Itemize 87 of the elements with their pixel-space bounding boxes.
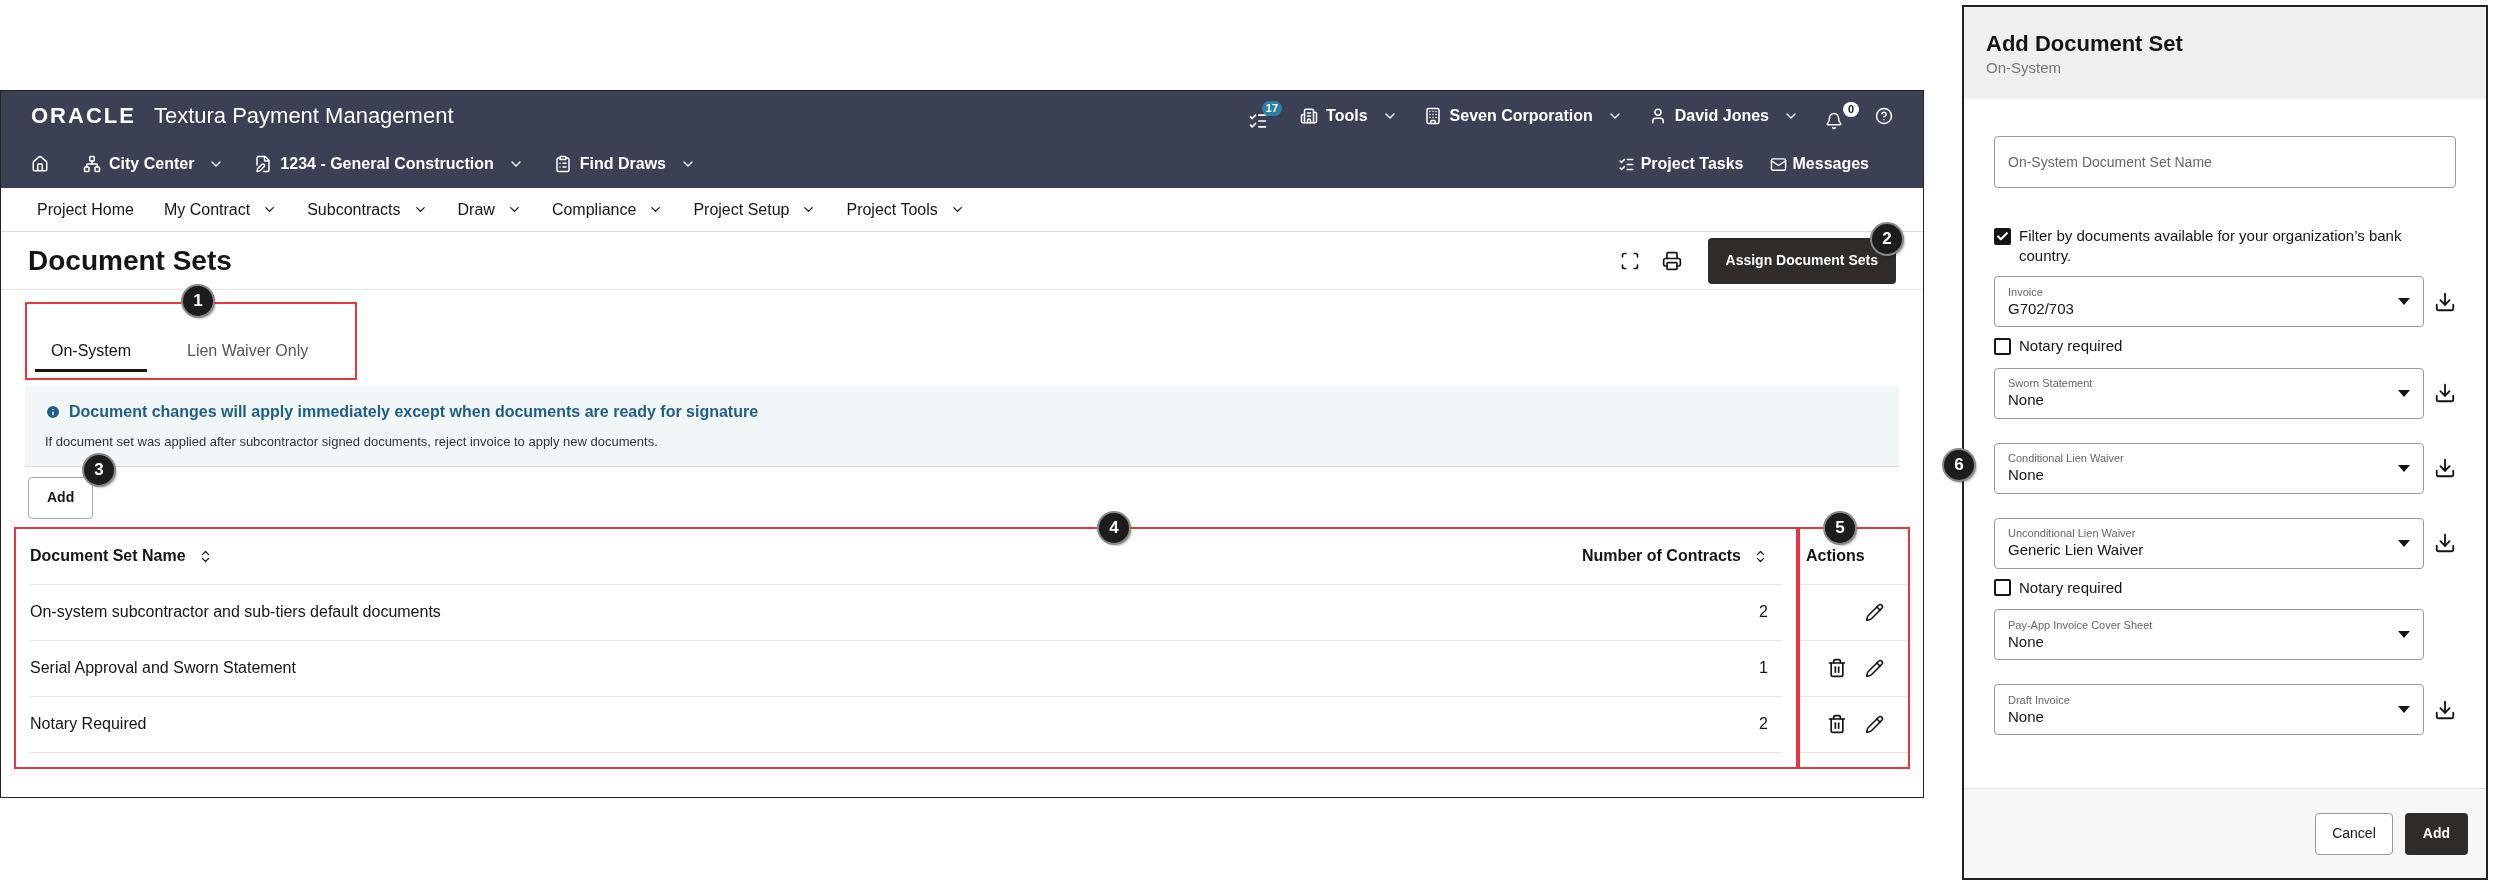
nav-menu-item[interactable]: Compliance — [551, 197, 664, 222]
header-menu-button[interactable]: Seven Corporation — [1423, 103, 1623, 128]
nav-menu-item[interactable]: Project Tools — [846, 197, 965, 222]
context-menu-button[interactable]: Find Draws — [553, 152, 696, 176]
header-link[interactable]: Project Tasks — [1617, 152, 1744, 176]
nav-menu-item[interactable]: Project Setup — [693, 197, 817, 222]
document-pen-icon — [254, 155, 273, 173]
building-icon — [1423, 106, 1442, 125]
submit-button[interactable]: Add — [2404, 812, 2468, 855]
tasks-button[interactable]: 17 — [1248, 100, 1283, 131]
trash-icon[interactable] — [1827, 714, 1847, 734]
nav-menu-item[interactable]: Subcontracts — [307, 197, 428, 222]
mail-icon — [1769, 155, 1787, 173]
panel-subtitle: On-System — [1986, 58, 2062, 78]
input-field[interactable]: On-System Document Set Name — [1994, 136, 2456, 188]
callout-number: 4 — [1099, 512, 1129, 543]
select-field[interactable]: Draft Invoice None — [1994, 684, 2424, 735]
brand-logo: ORACLE — [31, 102, 136, 130]
table-cell-text: Serial Approval and Sworn Statement — [30, 658, 297, 678]
add-button[interactable]: Add — [28, 476, 94, 519]
context-menu-button[interactable]: 1234 - General Construction — [254, 152, 524, 176]
checkbox-label: Notary required — [2019, 577, 2123, 598]
nav-menu-item[interactable]: Project Home — [37, 197, 134, 222]
column-header: Actions — [1806, 546, 1865, 566]
notifications-button[interactable]: 0 — [1825, 101, 1859, 130]
dropdown-triangle-icon — [2398, 539, 2410, 547]
table-cell-text: 2 — [1759, 602, 1769, 622]
home-icon[interactable] — [31, 155, 49, 173]
checkbox-label: Filter by documents available for your organization’s bank country. — [2019, 226, 2403, 266]
info-icon — [45, 404, 61, 420]
download-icon[interactable] — [2434, 382, 2456, 404]
dropdown-triangle-icon — [2398, 706, 2410, 713]
dropdown-triangle-icon — [2398, 298, 2410, 305]
download-icon[interactable] — [2434, 698, 2456, 721]
nav-menu-item[interactable]: Draw — [457, 197, 522, 222]
cancel-button[interactable]: Cancel — [2315, 812, 2393, 855]
panel-title: Add Document Set — [1986, 31, 2184, 57]
download-icon[interactable] — [2434, 290, 2456, 313]
clipboard-icon — [553, 155, 572, 173]
header-menu-button[interactable]: Tools — [1300, 103, 1398, 128]
select-field[interactable]: Conditional Lien Waiver None — [1994, 442, 2424, 494]
checkmark-icon — [1996, 230, 2009, 243]
table-cell-text: 2 — [1759, 714, 1769, 734]
callout-number: 1 — [183, 286, 213, 316]
callout-number: 5 — [1825, 512, 1855, 543]
print-icon[interactable] — [1661, 250, 1682, 271]
table-cell-text: Notary Required — [30, 714, 148, 734]
download-icon[interactable] — [2434, 532, 2456, 554]
count-badge: 17 — [1261, 100, 1283, 116]
checkbox[interactable] — [1994, 579, 2011, 597]
nodes-icon — [83, 155, 101, 173]
trash-icon[interactable] — [1827, 658, 1847, 678]
pencil-icon[interactable] — [1865, 602, 1884, 622]
dropdown-triangle-icon — [2398, 631, 2410, 638]
callout-number: 3 — [84, 454, 114, 485]
banner-text: If document set was applied after subcontractor signed documents, reject invoice to apply new documents. — [45, 433, 659, 451]
tab[interactable]: Lien Waiver Only — [171, 332, 325, 372]
product-name: Textura Payment Management — [153, 102, 454, 130]
header-menu-button[interactable]: David Jones — [1648, 103, 1799, 128]
select-field[interactable]: Pay-App Invoice Cover Sheet None — [1994, 609, 2424, 660]
checkbox-label: Notary required — [2019, 336, 2123, 356]
context-menu-button[interactable]: City Center — [83, 152, 225, 176]
page-title: Document Sets — [28, 243, 232, 278]
column-header[interactable]: Number of Contracts — [1581, 544, 1782, 568]
select-field[interactable]: Invoice G702/703 — [1994, 276, 2424, 327]
help-icon[interactable] — [1875, 106, 1893, 125]
count-badge: 0 — [1842, 101, 1859, 117]
header-link[interactable]: Messages — [1769, 152, 1869, 176]
pencil-icon[interactable] — [1865, 714, 1884, 734]
fullscreen-icon[interactable] — [1619, 250, 1640, 271]
checkbox[interactable] — [1994, 337, 2011, 355]
column-header[interactable]: Document Set Name — [30, 544, 1582, 568]
download-icon[interactable] — [2434, 457, 2456, 479]
bell-icon — [1825, 111, 1843, 130]
dropdown-triangle-icon — [2398, 389, 2410, 397]
nav-menu-item[interactable]: My Contract — [163, 197, 278, 222]
callout-number: 2 — [1872, 223, 1902, 254]
select-field[interactable]: Sworn Statement None — [1994, 367, 2424, 419]
callout-number: 6 — [1944, 450, 1974, 480]
pencil-icon[interactable] — [1865, 658, 1884, 678]
dropdown-triangle-icon — [2398, 464, 2410, 472]
select-field[interactable]: Unconditional Lien Waiver Generic Lien Waiver — [1994, 517, 2424, 569]
table-cell-text: On-system subcontractor and sub-tiers default documents — [30, 602, 442, 622]
table-cell-text: 1 — [1759, 658, 1769, 678]
checkbox[interactable] — [1994, 228, 2011, 245]
tab[interactable]: On-System — [35, 332, 147, 372]
banner-title: Document changes will apply immediately except when documents are ready for signature — [69, 402, 759, 422]
